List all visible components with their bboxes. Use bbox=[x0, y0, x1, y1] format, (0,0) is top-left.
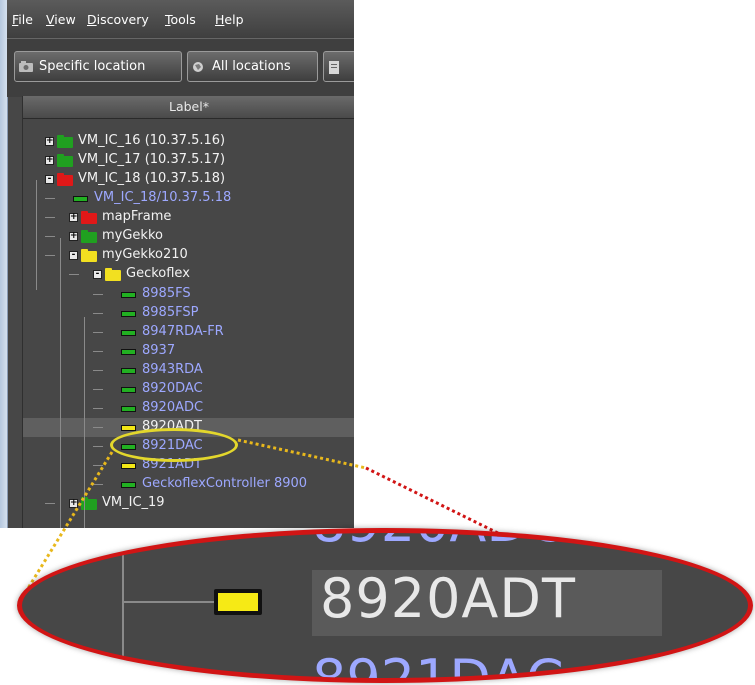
zoom-next-label: 8921DAC bbox=[312, 648, 564, 683]
zoom-device-icon bbox=[214, 589, 262, 615]
zoom-device-label: 8920ADT bbox=[320, 567, 576, 630]
connector-line-right-yellow bbox=[237, 438, 367, 470]
zoom-tree-horizontal-line bbox=[122, 601, 214, 603]
zoom-tree-vertical-line bbox=[122, 533, 124, 678]
zoom-callout: 8920ADC 8920ADT 8921DAC bbox=[17, 528, 753, 683]
